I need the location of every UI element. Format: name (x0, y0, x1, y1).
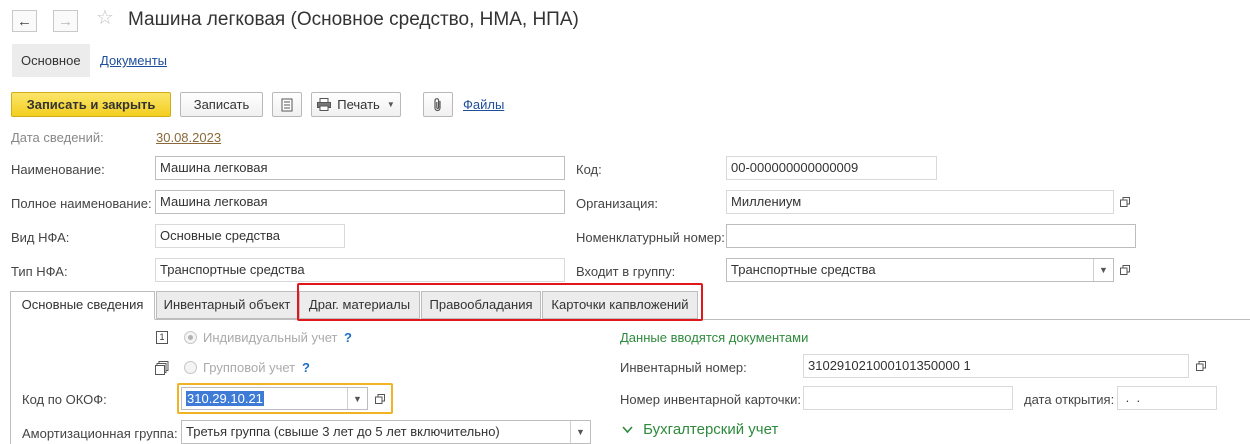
chevron-down-icon: ▼ (386, 100, 395, 109)
group-label: Входит в группу: (576, 264, 676, 279)
nfa-kind-label: Вид НФА: (11, 230, 70, 245)
inventory-card-field[interactable] (803, 386, 1013, 410)
open-date-label: дата открытия: (1024, 392, 1115, 407)
group-radio[interactable] (184, 361, 197, 374)
name-label: Наименование: (11, 162, 105, 177)
fullname-field[interactable]: Машина легковая (155, 190, 565, 214)
okof-label: Код по ОКОФ: (22, 392, 107, 407)
amortization-dropdown-button[interactable]: ▼ (570, 421, 590, 443)
open-window-icon (1120, 197, 1130, 207)
document-list-icon (281, 98, 293, 111)
attach-button[interactable] (423, 92, 453, 117)
individual-icon: 1 (156, 331, 168, 344)
code-label: Код: (576, 162, 602, 177)
chevron-down-icon: ▼ (353, 393, 362, 404)
group-help-icon[interactable]: ? (302, 360, 310, 375)
group-accounting-label: Групповой учет (203, 360, 296, 375)
okof-dropdown-button[interactable]: ▼ (347, 388, 367, 409)
group-dropdown-button[interactable]: ▼ (1093, 259, 1113, 281)
arrow-right-icon: → (58, 12, 73, 30)
arrow-left-icon: ← (17, 12, 32, 30)
nfa-type-field[interactable]: Транспортные средства (155, 258, 565, 282)
open-date-field[interactable]: . . (1117, 386, 1217, 410)
group-open-button[interactable] (1115, 258, 1135, 282)
back-button[interactable]: ← (12, 10, 37, 32)
nomenclature-field[interactable] (726, 224, 1136, 248)
save-button[interactable]: Записать (180, 92, 263, 117)
group-stack-icon (155, 361, 169, 375)
inventory-number-field[interactable]: 310291021000101350000 1 (803, 354, 1189, 378)
open-window-icon (1196, 361, 1206, 371)
printer-icon (317, 98, 332, 111)
chevron-down-icon: ▼ (1099, 265, 1108, 275)
documents-note: Данные вводятся документами (620, 330, 809, 345)
report-button[interactable] (272, 92, 302, 117)
okof-field[interactable]: 310.29.10.21 ▼ (181, 387, 368, 410)
inventory-card-label: Номер инвентарной карточки: (620, 392, 802, 407)
fullname-label: Полное наименование: (11, 196, 152, 211)
window-title: Машина легковая (Основное средство, НМА,… (128, 9, 579, 30)
save-and-close-button[interactable]: Записать и закрыть (11, 92, 171, 117)
print-button[interactable]: Печать ▼ (311, 92, 401, 117)
date-label: Дата сведений: (11, 130, 104, 145)
favorite-star-icon[interactable]: ☆ (96, 8, 114, 28)
paperclip-icon (434, 97, 441, 111)
inventory-number-open-button[interactable] (1191, 354, 1211, 378)
organization-label: Организация: (576, 196, 659, 211)
individual-help-icon[interactable]: ? (344, 330, 352, 345)
amortization-field[interactable]: Третья группа (свыше 3 лет до 5 лет вклю… (181, 420, 591, 444)
accounting-section-header[interactable]: Бухгалтерский учет (622, 421, 778, 438)
date-link[interactable]: 30.08.2023 (156, 130, 221, 145)
name-field[interactable]: Машина легковая (155, 156, 565, 180)
nomenclature-label: Номенклатурный номер: (576, 230, 725, 245)
individual-radio[interactable] (184, 331, 197, 344)
tabs-highlight-frame (297, 283, 703, 321)
open-window-icon (1120, 265, 1130, 275)
nfa-kind-field[interactable]: Основные средства (155, 224, 345, 248)
organization-open-button[interactable] (1115, 190, 1135, 214)
amortization-label: Амортизационная группа: (22, 426, 178, 441)
files-link[interactable]: Файлы (463, 97, 504, 112)
chevron-down-icon (622, 421, 633, 438)
okof-open-button[interactable] (370, 387, 390, 411)
chevron-down-icon: ▼ (576, 427, 585, 437)
tab-panel-left-border (10, 319, 11, 444)
organization-field[interactable]: Миллениум (726, 190, 1114, 214)
individual-label: Индивидуальный учет (203, 330, 338, 345)
code-field[interactable]: 00-000000000000009 (726, 156, 937, 180)
page-tab-main[interactable]: Основное (12, 44, 90, 77)
print-label: Печать (337, 97, 380, 112)
tab-inventory-object[interactable]: Инвентарный объект (156, 291, 298, 319)
forward-button[interactable]: → (53, 10, 78, 32)
accounting-section-label: Бухгалтерский учет (643, 421, 779, 438)
open-window-icon (375, 394, 385, 404)
group-field[interactable]: Транспортные средства ▼ (726, 258, 1114, 282)
inventory-number-label: Инвентарный номер: (620, 360, 747, 375)
page-tab-documents[interactable]: Документы (91, 44, 176, 77)
okof-value-selected: 310.29.10.21 (186, 391, 264, 406)
tab-main-info[interactable]: Основные сведения (10, 291, 155, 320)
nfa-type-label: Тип НФА: (11, 264, 68, 279)
